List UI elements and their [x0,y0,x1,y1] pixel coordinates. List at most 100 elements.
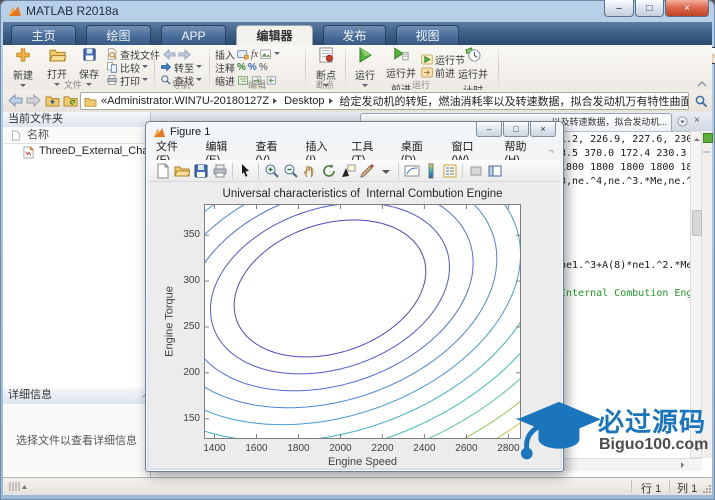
folder-search-icon[interactable] [695,95,708,108]
figure-toolbar [149,160,560,182]
contour-plot [204,204,521,439]
matlab-main-window: MATLAB R2018a – □ × 主页绘图APP编辑器发布视图 ? 登录 … [0,0,715,500]
figure-menu-bar: 文件(F)编辑(E)查看(V)插入(I)工具(T)桌面(D)窗口(W)帮助(H)… [149,143,560,161]
tab-publish[interactable]: 发布 [323,25,386,45]
status-bar: 行 1 列 1 [3,477,712,495]
colorbar-icon[interactable] [422,162,439,179]
insert-row[interactable]: 插入 fx [215,48,280,60]
breadcrumb-segment[interactable]: Administrator.WIN7U-20180127Z [107,95,269,107]
ribbon: 新建 打开 保存 查找文件 比较 打印 转至 [3,45,712,91]
nav-arrows [163,48,191,60]
maximize-button[interactable]: □ [635,0,664,17]
figure-window[interactable]: Figure 1 – □ × 文件(F)编辑(E)查看(V)插入(I)工具(T)… [145,121,564,472]
panel-toggle-icon[interactable] [9,481,27,492]
file-row[interactable]: ThreeD_External_Characte [3,145,150,160]
linkplot-icon[interactable] [403,162,420,179]
zoom-in-icon[interactable] [263,162,280,179]
breadcrumb-path: « Administrator.WIN7U-20180127ZDesktop给定… [101,93,689,109]
breadcrumb-segment[interactable]: Desktop [284,95,324,107]
watermark-title: 必过源码 [598,402,706,439]
scroll-thumb[interactable] [692,210,702,236]
figure-title: Figure 1 [170,126,210,138]
run-button[interactable]: 运行 [349,47,381,93]
tab-close-icon[interactable]: × [694,115,700,127]
figure-window-controls: – □ × [475,122,556,137]
figure-minimize-button[interactable]: – [476,122,502,137]
toolbar-separator [462,163,463,179]
figure-maximize-button[interactable]: □ [503,122,529,137]
details-header[interactable]: 详细信息 [3,388,155,405]
pointer-icon[interactable] [237,162,254,179]
insert-section-icon[interactable] [237,49,249,60]
datacursor-icon[interactable] [339,162,356,179]
run-time-clock-icon [465,47,481,62]
figure-close-button[interactable]: × [530,122,556,137]
brush-icon[interactable] [358,162,375,179]
code-line: 1800 1800 1800 1800 1800 [560,162,690,173]
row-indicator: 行 1 [641,480,661,496]
forward-icon[interactable] [26,94,41,107]
toolbar-separator [258,163,259,179]
uncomment-icon[interactable]: % [248,62,257,73]
close-button[interactable]: × [665,0,709,17]
new-doc-icon[interactable] [154,162,171,179]
tab-home[interactable]: 主页 [11,25,76,45]
current-folder-header[interactable]: 当前文件夹 [3,112,150,128]
plottools-off-icon[interactable] [467,162,484,179]
analyzer-status-icon[interactable] [703,133,713,143]
window-controls: – □ × [603,0,709,17]
name-column-header[interactable]: 名称 [3,127,150,144]
comment-row[interactable]: 注释 % % % [215,61,268,73]
comment-icon[interactable]: % [237,62,246,73]
resize-grip[interactable] [703,485,712,494]
rotate3d-icon[interactable] [320,162,337,179]
code-line: Internal Combution Eng [560,288,690,299]
browse-folder-icon[interactable] [63,94,78,107]
window-title: MATLAB R2018a [26,4,119,18]
tab-app[interactable]: APP [161,25,226,45]
find-files-button[interactable]: 查找文件 [106,48,160,60]
up-folder-icon[interactable] [45,94,60,107]
code-line: 3.5 370.0 172.4 230.3 26 [560,148,690,159]
tab-plots[interactable]: 绘图 [86,25,151,45]
toolbar-separator [232,163,233,179]
mfile-icon [23,146,34,159]
pan-icon[interactable] [301,162,318,179]
print-icon[interactable] [211,162,228,179]
back-icon[interactable] [163,49,176,60]
ribbon-tab-strip: 主页绘图APP编辑器发布视图 ? 登录 [3,22,712,45]
matlab-logo-icon [8,4,22,18]
fx-icon[interactable]: fx [251,49,258,60]
compare-button[interactable]: 比较 [106,61,148,73]
breadcrumb-segment[interactable]: 给定发动机的转矩，燃油消耗率以及转速数据，拟合发动机万有特性曲面（matlab代… [340,93,690,109]
menubar-pin-icon[interactable]: ¬ [548,146,554,157]
tab-editor[interactable]: 编辑器 [236,25,313,45]
new-plus-icon [15,47,31,63]
save-icon[interactable] [192,162,209,179]
advance-button[interactable]: 前进 [421,66,455,78]
tab-view[interactable]: 视图 [396,25,459,45]
find-files-icon [106,48,118,60]
analyzer-marker[interactable] [703,151,710,153]
zoom-out-icon[interactable] [282,162,299,179]
ribbon-collapse-icon[interactable] [697,81,707,87]
forward-icon[interactable] [178,49,191,60]
plottools-on-icon[interactable] [486,162,503,179]
goto-button[interactable]: 转至 [160,61,202,73]
scroll-up-icon[interactable] [694,135,700,141]
run-icon [357,47,373,63]
back-icon[interactable] [8,94,23,107]
details-body: 选择文件以查看详细信息 [3,404,150,476]
wrap-comment-icon[interactable]: % [259,62,268,73]
open-icon[interactable] [173,162,190,179]
document-actions-icon[interactable] [677,116,688,127]
run-advance-icon [393,47,409,61]
breadcrumb[interactable]: « Administrator.WIN7U-20180127ZDesktop给定… [80,92,689,110]
minimize-button[interactable]: – [604,0,634,17]
breadcrumb-separator-icon [329,98,336,104]
watermark-domain: Biguo100.com [599,436,708,454]
insert-image-icon[interactable] [260,49,272,60]
goto-arrow-icon [160,61,172,73]
caret-down-icon[interactable] [377,162,394,179]
legend-icon[interactable] [441,162,458,179]
